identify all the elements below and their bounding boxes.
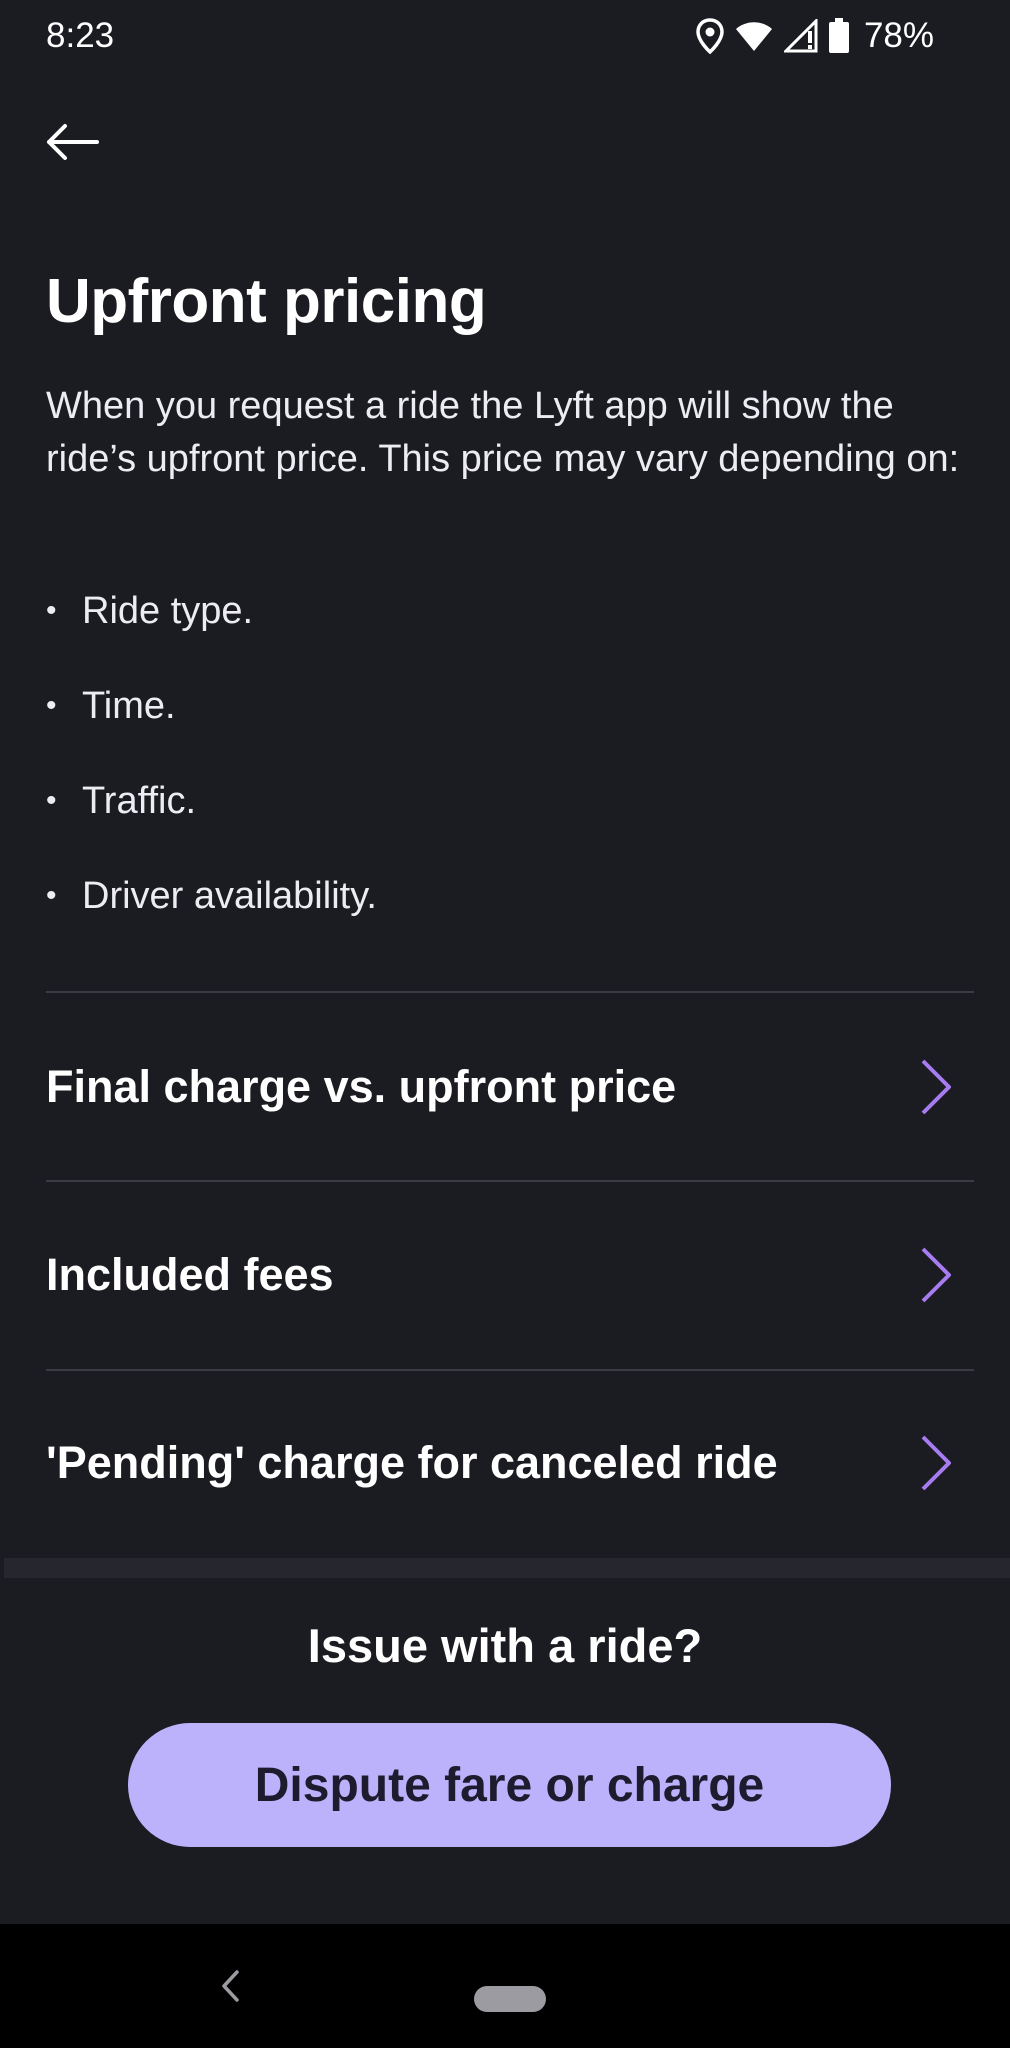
bullet-text: Traffic. xyxy=(82,780,197,822)
intro-text: When you request a ride the Lyft app wil… xyxy=(46,385,960,480)
bullet-dot: • xyxy=(46,879,57,912)
list-item: • Driver availability. xyxy=(46,868,377,963)
list-item: • Ride type. xyxy=(46,583,377,678)
list-item: • Traffic. xyxy=(46,773,377,868)
topic-label: Final charge vs. upfront price xyxy=(46,1061,677,1112)
nav-back-icon[interactable] xyxy=(210,1966,250,2006)
chevron-right-icon xyxy=(916,1433,956,1493)
dispute-fare-button[interactable]: Dispute fare or charge xyxy=(128,1723,891,1847)
topic-row-final-charge[interactable]: Final charge vs. upfront price xyxy=(46,1027,974,1147)
section-separator xyxy=(4,1558,1010,1578)
bullet-text: Time. xyxy=(82,685,176,727)
system-nav-bar xyxy=(0,1924,1010,2048)
issue-heading: Issue with a ride? xyxy=(307,1619,703,1672)
list-item: • Time. xyxy=(46,678,377,773)
back-button[interactable] xyxy=(36,116,108,172)
page-title: Upfront pricing xyxy=(46,267,487,336)
bullet-dot: • xyxy=(46,784,57,817)
bullet-text: Driver availability. xyxy=(82,875,377,917)
divider xyxy=(46,1180,974,1182)
battery-percent: 78% xyxy=(863,16,934,55)
status-bar: 8:23 78% xyxy=(0,0,1010,72)
chevron-right-icon xyxy=(916,1057,956,1117)
bullet-list: • Ride type. • Time. • Traffic. • Driver… xyxy=(46,583,377,963)
nav-home-pill[interactable] xyxy=(474,1986,546,2012)
topic-row-pending-charge[interactable]: 'Pending' charge for canceled ride xyxy=(46,1403,974,1523)
topic-label: Included fees xyxy=(46,1249,334,1300)
location-icon xyxy=(696,18,724,54)
status-icons: 78% xyxy=(696,16,934,56)
topic-label: 'Pending' charge for canceled ride xyxy=(46,1437,778,1488)
arrow-left-icon xyxy=(45,122,99,167)
wifi-icon xyxy=(734,19,774,53)
divider xyxy=(46,1369,974,1371)
cell-signal-icon xyxy=(783,19,818,53)
battery-icon xyxy=(828,18,850,54)
status-time: 8:23 xyxy=(46,16,115,55)
chevron-right-icon xyxy=(916,1245,956,1305)
bullet-dot: • xyxy=(46,594,57,627)
bullet-text: Ride type. xyxy=(82,590,254,632)
divider xyxy=(46,991,974,993)
topic-row-included-fees[interactable]: Included fees xyxy=(46,1215,974,1335)
bullet-dot: • xyxy=(46,689,57,722)
